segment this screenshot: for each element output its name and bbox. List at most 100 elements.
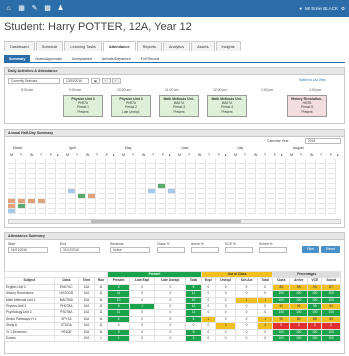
tab-insights[interactable]: Insights: [215, 41, 241, 51]
half-day-cell[interactable]: [218, 209, 226, 214]
half-day-cell[interactable]: [118, 209, 126, 214]
weekday-label: F: [50, 153, 53, 157]
half-day-cell[interactable]: [8, 209, 16, 214]
time-label: 12:00 pm: [213, 88, 228, 92]
tab-schedule[interactable]: Schedule: [35, 41, 64, 51]
month-label: March: [13, 146, 23, 150]
subtab-full-record[interactable]: Full Record: [136, 55, 164, 62]
date-input[interactable]: 12/05/2016: [63, 78, 89, 84]
half-day-cell[interactable]: [208, 209, 216, 214]
half-day-cell[interactable]: [308, 209, 316, 214]
half-day-cell[interactable]: [238, 209, 246, 214]
chart-icon[interactable]: ▩: [43, 0, 52, 17]
half-day-cell[interactable]: [298, 209, 306, 214]
table-cell: 100: [321, 335, 341, 343]
table-row[interactable]: Events 10A 1 1 0 0 1 0 0 0 0 100 100 100 100: [4, 335, 341, 343]
subtab-summary[interactable]: Summary: [4, 55, 31, 62]
weekday-label: W: [254, 153, 258, 157]
weekday-label: T: [96, 153, 99, 157]
sched-pct-select[interactable]: [259, 247, 287, 253]
students-select[interactable]: Active: [110, 247, 150, 253]
grid-icon[interactable]: ▦: [17, 0, 26, 17]
half-day-cell[interactable]: [248, 209, 256, 214]
half-day-cell[interactable]: [228, 209, 236, 214]
half-day-cell[interactable]: [328, 209, 336, 214]
filter-button[interactable]: Filter: [302, 246, 319, 253]
horizontal-scrollbar[interactable]: [8, 219, 341, 224]
lesson-block[interactable]: Math Methods Uni.. MA07A Period 4 Present: [207, 95, 247, 117]
class-pct-select[interactable]: [157, 247, 185, 253]
weekday-label: M: [66, 153, 69, 157]
half-day-cell[interactable]: [198, 209, 206, 214]
weekday-label: T: [188, 153, 191, 157]
table-cell: [53, 335, 80, 343]
half-day-cell[interactable]: [128, 209, 136, 214]
home-icon[interactable]: ⌂: [4, 0, 13, 17]
year-select[interactable]: 2016: [305, 138, 341, 144]
half-day-cell[interactable]: [178, 209, 186, 214]
half-day-cell[interactable]: [18, 209, 26, 214]
weekday-label: M: [290, 153, 293, 157]
calendar-icon[interactable]: ▦: [91, 78, 100, 84]
subtab-notes-approvals[interactable]: Notes/Approvals: [30, 55, 66, 62]
half-day-cell[interactable]: [38, 209, 46, 214]
lesson-block[interactable]: Physics Unit 3 PH07A Period 2 Late Unexpl.: [111, 95, 151, 117]
half-day-cell[interactable]: [68, 209, 76, 214]
half-day-cell[interactable]: [48, 209, 56, 214]
tab-reports[interactable]: Reports: [136, 41, 162, 51]
annual-header: Annual Half-Day Summary: [5, 130, 344, 137]
weekday-label: W: [30, 153, 34, 157]
half-day-cell[interactable]: [168, 209, 176, 214]
tab-attendance[interactable]: Attendance: [102, 41, 136, 51]
half-day-cell[interactable]: [278, 209, 286, 214]
end-date-input[interactable]: 31/12/2016: [60, 247, 100, 253]
edit-icon[interactable]: ✎: [30, 0, 39, 17]
weekday-label: F: [218, 153, 221, 157]
arrive-pct-select[interactable]: [191, 247, 219, 253]
tab-analytics[interactable]: Analytics: [162, 41, 191, 51]
weekday-label: T: [244, 153, 247, 157]
half-day-cell[interactable]: [108, 209, 116, 214]
half-day-cell[interactable]: [188, 209, 196, 214]
view-select[interactable]: Currently Selected: [8, 78, 60, 84]
tab-assets[interactable]: Assets: [191, 41, 215, 51]
half-day-cell[interactable]: [58, 209, 66, 214]
daily-header: Daily Activities & Attendance: [5, 68, 344, 75]
half-day-cell[interactable]: [258, 209, 266, 214]
user-menu[interactable]: ● Mr Ernie BLACK ⚙: [299, 0, 345, 17]
tab-dashboard[interactable]: Dashboard: [4, 41, 35, 51]
prev-day-icon[interactable]: ‹: [102, 78, 111, 84]
weekday-label: T: [76, 153, 79, 157]
reset-button[interactable]: Reset: [321, 246, 340, 253]
half-day-cell[interactable]: [268, 209, 276, 214]
annual-panel: Annual Half-Day Summary Calendar Year: 2…: [4, 129, 345, 228]
subtab-unexplained[interactable]: Unexplained: [67, 55, 97, 62]
gear-icon[interactable]: ⚙: [341, 0, 345, 17]
next-day-icon[interactable]: ›: [112, 78, 121, 84]
half-day-cell[interactable]: [88, 209, 96, 214]
table-cell: 0: [128, 335, 156, 343]
table-cell: 0: [215, 335, 237, 343]
half-day-cell[interactable]: [138, 209, 146, 214]
tab-learning-tasks[interactable]: Learning Tasks: [64, 41, 102, 51]
lesson-block[interactable]: History Revolution.. HI07B Period 5 Present: [287, 95, 327, 117]
vce-pct-select[interactable]: [225, 247, 253, 253]
weekday-label: F: [162, 153, 165, 157]
half-day-cell[interactable]: [148, 209, 156, 214]
half-day-cell[interactable]: [318, 209, 326, 214]
half-day-cell[interactable]: [288, 209, 296, 214]
lesson-block[interactable]: Math Methods Uni.. MA07A Period 3 Present: [159, 95, 199, 117]
people-icon[interactable]: ♟: [56, 0, 65, 17]
switch-list-view-link[interactable]: Switch to List View: [297, 78, 342, 84]
half-day-cell[interactable]: [78, 209, 86, 214]
half-day-cell[interactable]: [158, 209, 166, 214]
table-cell: 0: [200, 335, 217, 343]
half-day-cell[interactable]: [98, 209, 106, 214]
table-cell: 1: [185, 335, 202, 343]
half-day-cell[interactable]: [28, 209, 36, 214]
month-label: August: [293, 146, 304, 150]
lesson-block[interactable]: Physics Unit 3 PH07A Period 1 Present: [63, 95, 103, 117]
start-date-input[interactable]: 01/01/2016: [8, 247, 48, 253]
calendar-year-label: Calendar Year:: [267, 139, 290, 143]
subtab-arrivals-departure[interactable]: Arrivals/Departure: [97, 55, 136, 62]
